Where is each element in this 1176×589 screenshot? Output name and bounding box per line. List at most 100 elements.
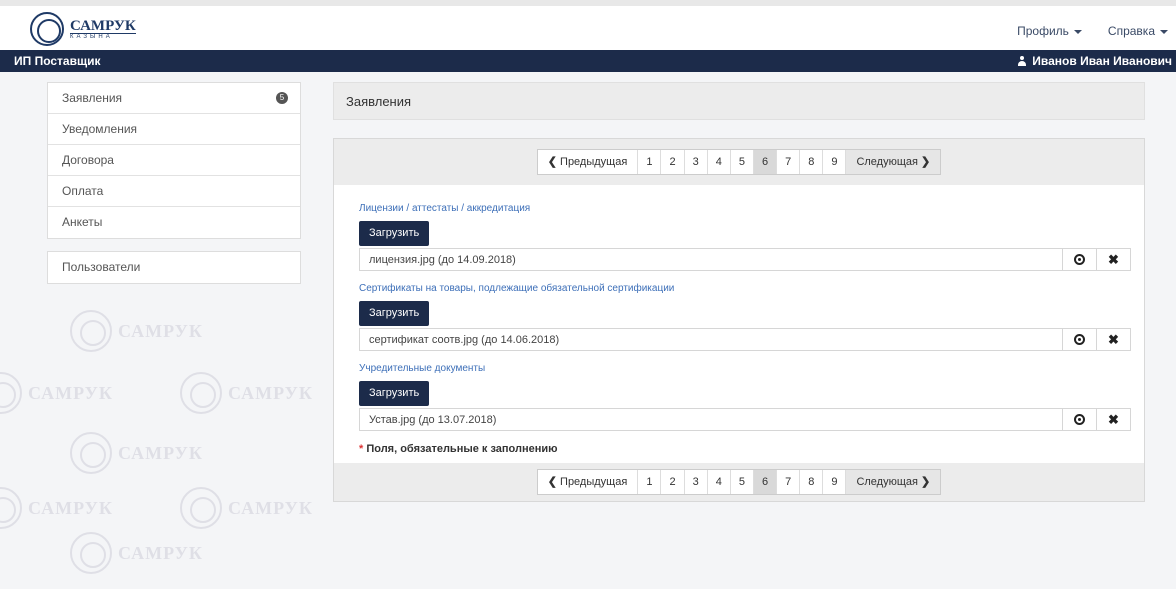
watermark-text: САМРУК: [28, 497, 113, 518]
emblem-icon: [30, 12, 64, 46]
close-icon: ✖: [1108, 251, 1119, 267]
file-name: лицензия.jpg (до 14.09.2018): [369, 253, 516, 266]
watermark: САМРУК: [180, 487, 313, 529]
watermark-text: САМРУК: [228, 382, 313, 403]
sidebar-menu: Заявления 5 Уведомления Договора Оплата …: [47, 82, 301, 239]
watermark-text: САМРУК: [228, 497, 313, 518]
page-8[interactable]: 8: [800, 470, 824, 494]
required-text: Поля, обязательные к заполнению: [366, 443, 558, 455]
eye-icon: [1074, 414, 1085, 425]
section-title[interactable]: Сертификаты на товары, подлежащие обязат…: [359, 281, 1131, 301]
view-file-button[interactable]: [1062, 409, 1096, 430]
page-2[interactable]: 2: [661, 470, 685, 494]
file-row: лицензия.jpg (до 14.09.2018) ✖: [359, 248, 1131, 271]
page-5[interactable]: 5: [731, 150, 754, 174]
prev-page-button[interactable]: ❮ Предыдущая: [538, 470, 639, 494]
sidebar-item-label: Договора: [62, 153, 114, 167]
page-8[interactable]: 8: [800, 150, 824, 174]
pagination: ❮ Предыдущая 1 2 3 4 5 6 7 8 9 Следующая…: [536, 469, 942, 495]
user-menu[interactable]: Иванов Иван Иванович: [1017, 54, 1172, 68]
watermark: САМРУК: [70, 532, 203, 574]
sidebar-item-label: Анкеты: [62, 215, 103, 229]
caret-down-icon: [1160, 29, 1168, 34]
file-actions: ✖: [1062, 249, 1130, 270]
view-file-button[interactable]: [1062, 249, 1096, 270]
page-6-active[interactable]: 6: [753, 470, 778, 494]
section-certificates: Сертификаты на товары, подлежащие обязат…: [359, 281, 1131, 351]
page-4[interactable]: 4: [708, 470, 731, 494]
page-5[interactable]: 5: [731, 470, 754, 494]
next-page-button[interactable]: Следующая ❯: [846, 470, 941, 494]
page-1[interactable]: 1: [638, 470, 662, 494]
pagination: ❮ Предыдущая 1 2 3 4 5 6 7 8 9 Следующая…: [536, 149, 942, 175]
top-header: САМРУК КАЗЫНА Профиль Справка: [0, 0, 1176, 50]
page-9[interactable]: 9: [823, 150, 847, 174]
top-menu: Профиль Справка: [1017, 24, 1168, 38]
chevron-left-icon: ❮: [547, 476, 557, 488]
prev-page-button[interactable]: ❮ Предыдущая: [538, 150, 639, 174]
required-fields-note: * Поля, обязательные к заполнению: [359, 443, 1131, 455]
sidebar-item-notifications[interactable]: Уведомления: [48, 114, 300, 145]
watermark-seal-icon: [70, 432, 112, 474]
sidebar-item-users[interactable]: Пользователи: [48, 252, 300, 283]
help-dropdown[interactable]: Справка: [1108, 24, 1168, 38]
sidebar-item-label: Пользователи: [62, 260, 141, 274]
sidebar-item-payment[interactable]: Оплата: [48, 176, 300, 207]
navbar: ИП Поставщик Иванов Иван Иванович: [0, 50, 1176, 72]
sidebar-item-applications[interactable]: Заявления 5: [48, 83, 300, 114]
section-title[interactable]: Учредительные документы: [359, 361, 1131, 381]
watermark-seal-icon: [0, 372, 22, 414]
section-title[interactable]: Лицензии / аттестаты / аккредитация: [359, 201, 1131, 221]
watermark-text: САМРУК: [118, 542, 203, 563]
sidebar-item-label: Заявления: [62, 91, 123, 105]
next-page-button[interactable]: Следующая ❯: [846, 150, 941, 174]
file-name: Устав.jpg (до 13.07.2018): [369, 413, 497, 426]
delete-file-button[interactable]: ✖: [1096, 409, 1130, 430]
delete-file-button[interactable]: ✖: [1096, 329, 1130, 350]
documents-body: Лицензии / аттестаты / аккредитация Загр…: [334, 185, 1144, 463]
page-title: Заявления: [333, 82, 1145, 120]
sidebar-users-group: Пользователи: [47, 251, 301, 284]
close-icon: ✖: [1108, 411, 1119, 427]
watermark: САМРУК: [0, 372, 113, 414]
view-file-button[interactable]: [1062, 329, 1096, 350]
delete-file-button[interactable]: ✖: [1096, 249, 1130, 270]
page-6-active[interactable]: 6: [753, 150, 778, 174]
logo[interactable]: САМРУК КАЗЫНА: [30, 12, 136, 46]
profile-dropdown-label: Профиль: [1017, 24, 1069, 38]
upload-button[interactable]: Загрузить: [359, 381, 430, 406]
page-2[interactable]: 2: [661, 150, 685, 174]
caret-down-icon: [1073, 29, 1082, 34]
page-3[interactable]: 3: [685, 150, 708, 174]
sidebar-item-contracts[interactable]: Договора: [48, 145, 300, 176]
pagination-bottom: ❮ Предыдущая 1 2 3 4 5 6 7 8 9 Следующая…: [334, 463, 1144, 501]
watermark-seal-icon: [0, 487, 22, 529]
next-label: Следующая: [856, 156, 918, 168]
prev-label: Предыдущая: [560, 476, 628, 488]
profile-dropdown[interactable]: Профиль: [1017, 24, 1082, 38]
page-4[interactable]: 4: [708, 150, 731, 174]
page-9[interactable]: 9: [823, 470, 847, 494]
file-actions: ✖: [1062, 329, 1130, 350]
prev-label: Предыдущая: [560, 156, 628, 168]
page-3[interactable]: 3: [685, 470, 708, 494]
next-label: Следующая: [856, 476, 918, 488]
file-actions: ✖: [1062, 409, 1130, 430]
file-name: сертификат соотв.jpg (до 14.06.2018): [369, 333, 560, 346]
upload-button[interactable]: Загрузить: [359, 221, 430, 246]
file-row: сертификат соотв.jpg (до 14.06.2018) ✖: [359, 328, 1131, 351]
page-1[interactable]: 1: [638, 150, 662, 174]
sidebar-item-label: Оплата: [62, 184, 104, 198]
watermark-seal-icon: [70, 532, 112, 574]
count-badge: 5: [276, 92, 288, 104]
close-icon: ✖: [1108, 331, 1119, 347]
page-7[interactable]: 7: [777, 470, 801, 494]
page-7[interactable]: 7: [777, 150, 801, 174]
upload-button[interactable]: Загрузить: [359, 301, 430, 326]
section-founding-docs: Учредительные документы Загрузить Устав.…: [359, 361, 1131, 431]
chevron-right-icon: ❯: [921, 476, 931, 488]
sidebar: Заявления 5 Уведомления Договора Оплата …: [47, 82, 301, 284]
sidebar-item-questionnaires[interactable]: Анкеты: [48, 207, 300, 238]
applications-card: ❮ Предыдущая 1 2 3 4 5 6 7 8 9 Следующая…: [333, 138, 1145, 502]
eye-icon: [1074, 254, 1085, 265]
